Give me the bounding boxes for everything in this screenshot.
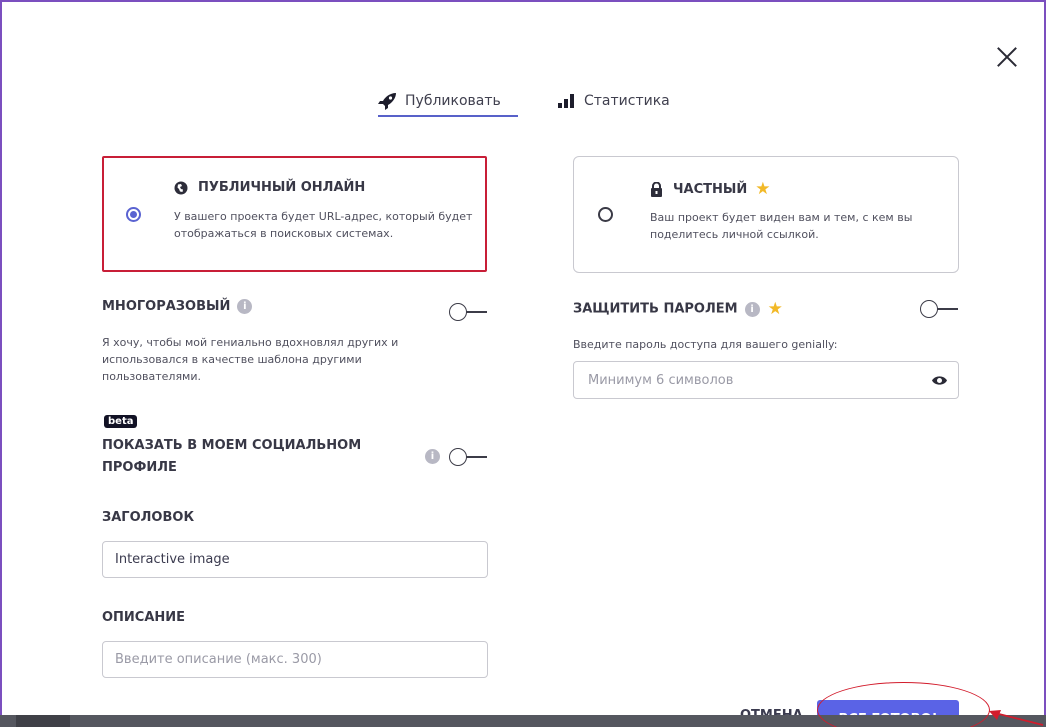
public-online-option[interactable]: ПУБЛИЧНЫЙ ОНЛАЙН У вашего проекта будет … — [102, 156, 487, 272]
social-toggle[interactable] — [449, 447, 489, 467]
description-input[interactable] — [102, 641, 488, 678]
password-label: ЗАЩИТИТЬ ПАРОЛЕМ — [573, 301, 738, 317]
toggle-knob — [920, 300, 938, 318]
info-icon[interactable]: i — [237, 299, 253, 314]
toggle-knob — [449, 448, 467, 466]
reusable-description: Я хочу, чтобы мой гениально вдохновлял д… — [102, 336, 399, 383]
bottom-bar-segment — [16, 715, 70, 727]
publish-dialog: Публиковать Статистика ПУБЛИЧНЫЙ ОНЛАЙН … — [0, 0, 1046, 727]
eye-icon[interactable] — [932, 375, 947, 386]
toggle-track — [465, 456, 487, 458]
tab-publish-label: Публиковать — [405, 93, 501, 109]
description-field-label: ОПИСАНИЕ — [102, 610, 186, 625]
bottom-bar — [0, 715, 1046, 727]
public-title-row: ПУБЛИЧНЫЙ ОНЛАЙН — [174, 180, 365, 195]
title-field-label: ЗАГОЛОВОК — [102, 510, 195, 525]
star-icon: ★ — [767, 299, 783, 319]
private-title-row: ЧАСТНЫЙ ★ — [650, 179, 770, 199]
bar-chart-icon — [558, 94, 574, 108]
password-description: Введите пароль доступа для вашего genial… — [573, 338, 838, 351]
private-option[interactable]: ЧАСТНЫЙ ★ Ваш проект будет виден вам и т… — [573, 156, 959, 273]
public-radio[interactable] — [126, 207, 141, 222]
tab-stats[interactable]: Статистика — [558, 88, 670, 114]
reusable-label-row: МНОГОРАЗОВЫЙ i — [102, 299, 253, 314]
lock-icon — [650, 181, 663, 197]
title-input[interactable] — [102, 541, 488, 578]
beta-badge: beta — [104, 415, 138, 428]
active-tab-indicator — [378, 115, 518, 117]
toggle-track — [936, 308, 958, 310]
star-icon: ★ — [755, 179, 771, 199]
reusable-toggle[interactable] — [449, 302, 489, 322]
password-toggle[interactable] — [920, 299, 960, 319]
globe-icon — [174, 181, 188, 195]
toggle-track — [465, 311, 487, 313]
public-description: У вашего проекта будет URL-адрес, которы… — [174, 210, 473, 240]
password-label-row: ЗАЩИТИТЬ ПАРОЛЕМ i ★ — [573, 299, 783, 319]
tab-stats-label: Статистика — [584, 93, 670, 109]
social-label: ПОКАЗАТЬ В МОЕМ СОЦИАЛЬНОМ ПРОФИЛЕ — [102, 438, 362, 475]
private-title: ЧАСТНЫЙ — [673, 181, 748, 197]
reusable-label: МНОГОРАЗОВЫЙ — [102, 299, 231, 314]
info-icon[interactable]: i — [425, 449, 440, 464]
close-icon[interactable] — [992, 42, 1022, 72]
tab-publish[interactable]: Публиковать — [378, 88, 518, 114]
rocket-icon — [378, 93, 396, 110]
info-icon[interactable]: i — [744, 301, 760, 317]
private-radio[interactable] — [598, 207, 613, 222]
annotation-arrow-icon — [989, 710, 1044, 726]
public-title: ПУБЛИЧНЫЙ ОНЛАЙН — [198, 180, 366, 195]
private-description: Ваш проект будет виден вам и тем, с кем … — [650, 211, 913, 241]
password-input[interactable] — [573, 361, 959, 399]
toggle-knob — [449, 303, 467, 321]
